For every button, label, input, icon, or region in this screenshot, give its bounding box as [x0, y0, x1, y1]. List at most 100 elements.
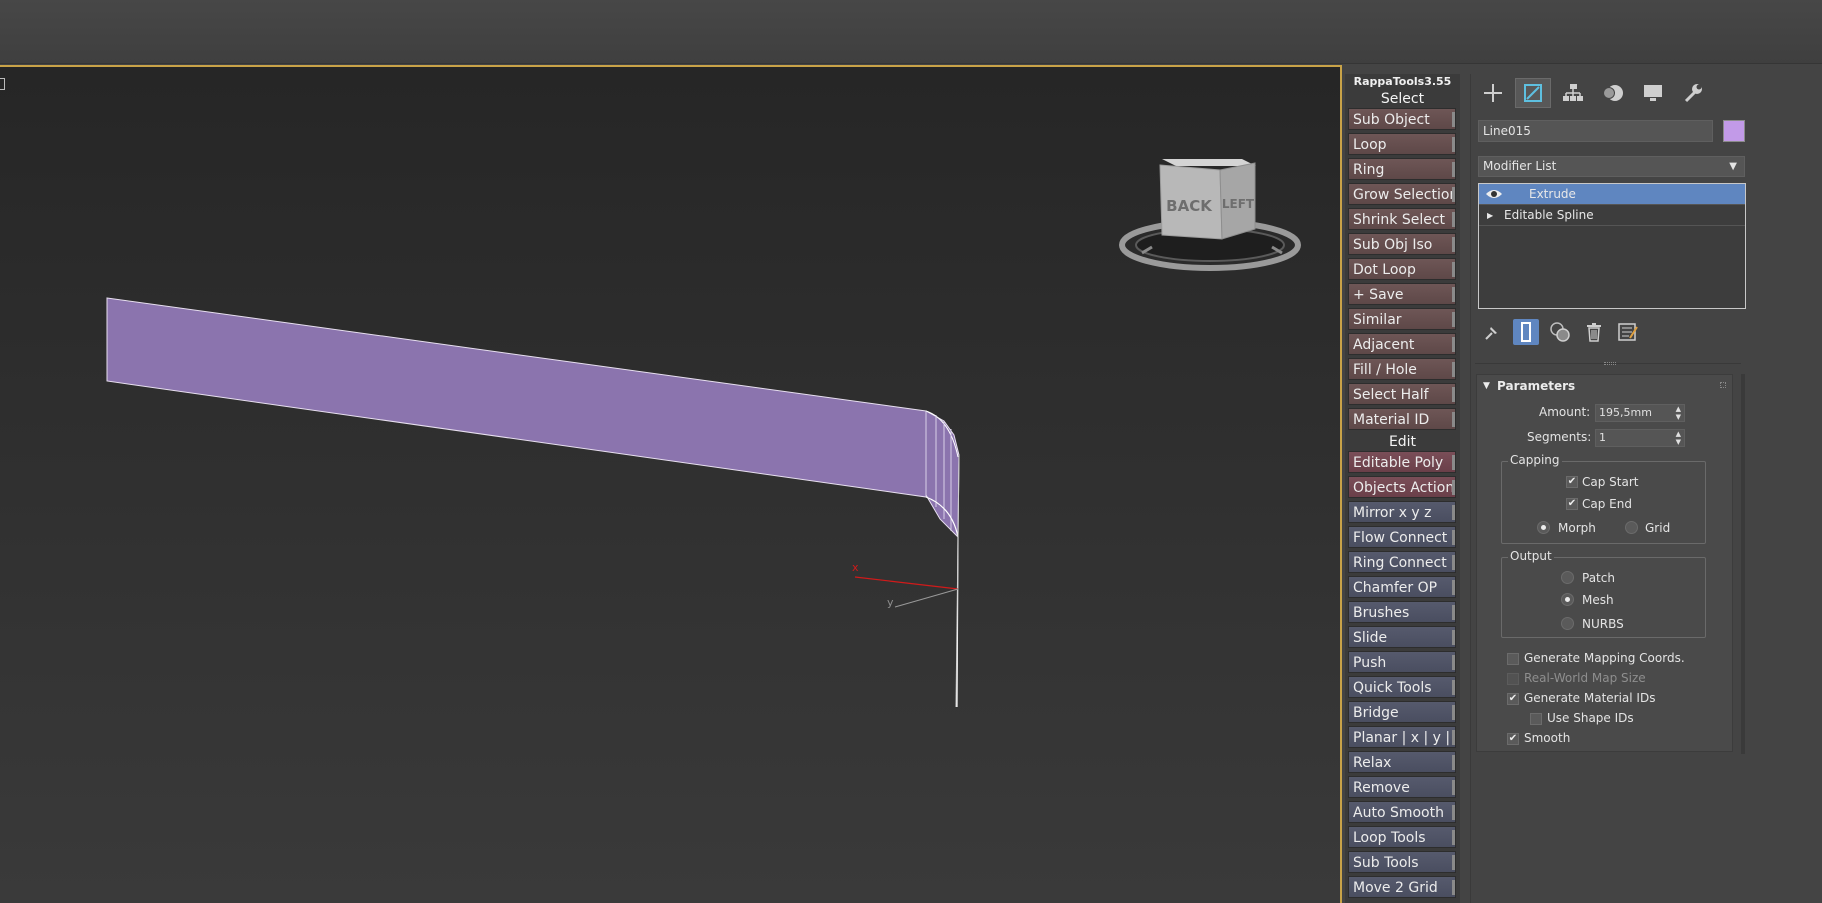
tab-modify[interactable] [1515, 78, 1551, 108]
capping-title: Capping [1508, 453, 1562, 467]
extruded-shape-main[interactable] [106, 297, 960, 539]
gizmo-x-label: x [852, 561, 859, 574]
rappa-button-adjacent[interactable]: Adjacent [1348, 333, 1456, 355]
rappa-button-brushes[interactable]: Brushes [1348, 601, 1456, 623]
cap-start-label: Cap Start [1582, 475, 1639, 489]
rappa-button-grow-selection[interactable]: Grow Selection [1348, 183, 1456, 205]
rappa-button-sub-object[interactable]: Sub Object [1348, 108, 1456, 130]
expand-triangle-icon[interactable]: ▶ [1487, 205, 1493, 226]
stack-item-label: Editable Spline [1504, 208, 1594, 222]
rappa-button-dot-loop[interactable]: Dot Loop [1348, 258, 1456, 280]
mesh-radio[interactable] [1561, 593, 1574, 606]
rappa-button-save[interactable]: + Save [1348, 283, 1456, 305]
tab-utilities[interactable] [1675, 78, 1711, 108]
tab-create[interactable] [1475, 78, 1511, 108]
smooth-label: Smooth [1524, 731, 1571, 745]
generate-mapping-label: Generate Mapping Coords. [1524, 651, 1685, 665]
rappa-button-loop-tools[interactable]: Loop Tools [1348, 826, 1456, 848]
pin-stack-button[interactable] [1479, 319, 1505, 345]
object-name-field[interactable]: Line015 [1478, 120, 1713, 142]
rappa-button-similar[interactable]: Similar [1348, 308, 1456, 330]
rappa-tools-panel: RappaTools3.55 Select Sub Object Loop Ring… [1345, 74, 1460, 903]
nurbs-label: NURBS [1582, 617, 1624, 631]
utilities-icon [1684, 84, 1702, 103]
rappa-select-list: Sub Object Loop Ring Grow Selection Shrink S… [1345, 108, 1460, 430]
stack-item-editable-spline[interactable]: ▶ Editable Spline [1479, 205, 1745, 226]
panel-scrollbar[interactable] [1741, 374, 1745, 754]
tab-motion[interactable] [1595, 78, 1631, 108]
rappa-button-objects-actions[interactable]: Objects Actions [1348, 476, 1456, 498]
rappa-button-remove[interactable]: Remove [1348, 776, 1456, 798]
panel-splitter-handle[interactable] [1604, 362, 1616, 365]
show-end-result-button[interactable] [1513, 319, 1539, 345]
output-title: Output [1508, 549, 1554, 563]
rappa-button-sub-obj-iso[interactable]: Sub Obj Iso [1348, 233, 1456, 255]
rappa-button-ring[interactable]: Ring [1348, 158, 1456, 180]
spinner-arrows-icon[interactable]: ▲ ▼ [1676, 405, 1681, 421]
rappa-button-chamfer-op[interactable]: Chamfer OP [1348, 576, 1456, 598]
rappa-button-ring-connect[interactable]: Ring Connect [1348, 551, 1456, 573]
rollout-grip-icon[interactable] [1720, 382, 1726, 388]
eye-icon[interactable] [1485, 187, 1503, 201]
patch-radio[interactable] [1561, 571, 1574, 584]
rappa-button-slide[interactable]: Slide [1348, 626, 1456, 648]
object-color-swatch[interactable] [1723, 120, 1745, 142]
rappa-button-planar-x-y-z[interactable]: Planar | x | y | z [1348, 726, 1456, 748]
tab-display[interactable] [1635, 78, 1671, 108]
viewcube-top-face[interactable] [1162, 159, 1256, 166]
stack-item-extrude[interactable]: Extrude [1479, 184, 1745, 205]
modifier-list-dropdown[interactable]: Modifier List ▼ [1478, 156, 1745, 177]
collapse-triangle-icon: ▼ [1483, 381, 1490, 391]
rappa-button-sub-tools[interactable]: Sub Tools [1348, 851, 1456, 873]
nurbs-radio[interactable] [1561, 617, 1574, 630]
modifier-stack: Extrude ▶ Editable Spline [1478, 183, 1746, 309]
rappa-button-push[interactable]: Push [1348, 651, 1456, 673]
viewcube[interactable]: BACK LEFT [1119, 159, 1301, 271]
trash-icon [1587, 323, 1601, 342]
real-world-map-checkbox[interactable] [1507, 673, 1519, 685]
gizmo-y-axis[interactable] [894, 588, 959, 608]
spinner-arrows-icon[interactable]: ▲ ▼ [1676, 430, 1681, 446]
configure-icon [1618, 323, 1638, 341]
rappa-button-auto-smooth[interactable]: Auto Smooth [1348, 801, 1456, 823]
segments-label: Segments: [1527, 430, 1592, 444]
generate-mapping-checkbox[interactable] [1507, 653, 1519, 665]
rappa-button-fill-hole[interactable]: Fill / Hole [1348, 358, 1456, 380]
cap-end-checkbox[interactable]: ✔ [1566, 498, 1578, 510]
rappa-button-bridge[interactable]: Bridge [1348, 701, 1456, 723]
gizmo-y-label: y [887, 596, 894, 609]
use-shape-ids-label: Use Shape IDs [1547, 711, 1634, 725]
rappa-button-relax[interactable]: Relax [1348, 751, 1456, 773]
rappa-button-flow-connect[interactable]: Flow Connect [1348, 526, 1456, 548]
grid-radio[interactable] [1625, 521, 1638, 534]
gizmo-x-axis[interactable] [854, 576, 959, 590]
command-panel: Line015 Modifier List ▼ Extrude ▶ Editab… [1470, 74, 1822, 903]
rappa-button-shrink-select[interactable]: Shrink Select [1348, 208, 1456, 230]
patch-label: Patch [1582, 571, 1615, 585]
tab-hierarchy[interactable] [1555, 78, 1591, 108]
real-world-map-label: Real-World Map Size [1524, 671, 1646, 685]
generate-material-ids-checkbox[interactable]: ✔ [1507, 693, 1519, 705]
rappa-button-loop[interactable]: Loop [1348, 133, 1456, 155]
rappa-button-material-id[interactable]: Material ID [1348, 408, 1456, 430]
cap-start-checkbox[interactable]: ✔ [1566, 476, 1578, 488]
viewport-perspective[interactable]: x y BACK LEFT [0, 65, 1342, 903]
use-shape-ids-checkbox[interactable] [1530, 713, 1542, 725]
make-unique-icon [1550, 322, 1570, 342]
remove-modifier-button[interactable] [1581, 319, 1607, 345]
app-window: x y BACK LEFT RappaTools3.55 Select Sub … [0, 0, 1822, 903]
parameters-rollout-header[interactable]: ▼ Parameters [1477, 375, 1732, 397]
scene-canvas[interactable]: x y BACK LEFT [0, 67, 1340, 903]
make-unique-button[interactable] [1547, 319, 1573, 345]
morph-radio[interactable] [1537, 521, 1550, 534]
parameters-rollout: ▼ Parameters Amount: 195,5mm ▲ ▼ Segments… [1476, 374, 1733, 752]
rappa-button-select-half[interactable]: Select Half [1348, 383, 1456, 405]
smooth-checkbox[interactable]: ✔ [1507, 733, 1519, 745]
rappa-button-editable-poly[interactable]: Editable Poly [1348, 451, 1456, 473]
rappa-button-quick-tools[interactable]: Quick Tools [1348, 676, 1456, 698]
amount-spinner[interactable]: 195,5mm ▲ ▼ [1595, 404, 1685, 422]
segments-spinner[interactable]: 1 ▲ ▼ [1595, 429, 1685, 447]
rappa-button-mirror-x-y-z[interactable]: Mirror x y z [1348, 501, 1456, 523]
configure-modifier-sets-button[interactable] [1615, 319, 1641, 345]
rappa-button-move-2-grid[interactable]: Move 2 Grid [1348, 876, 1456, 898]
